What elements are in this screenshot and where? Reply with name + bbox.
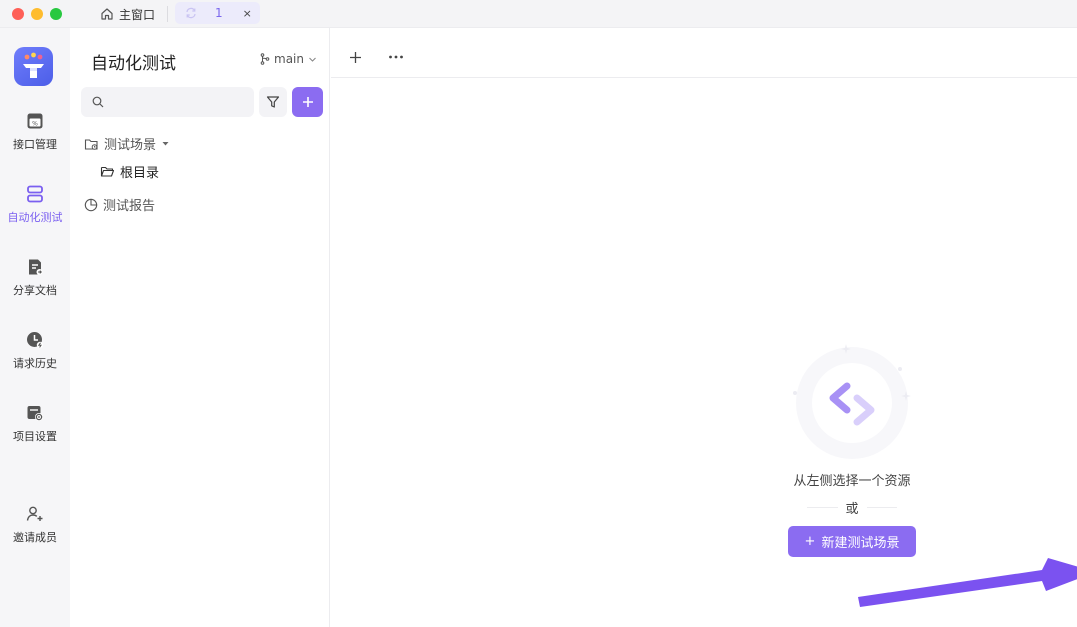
nav-item-label: 请求历史 (13, 357, 57, 370)
divider-line (807, 507, 838, 508)
title-bar: 主窗口 1 × (0, 0, 1077, 28)
minimize-window-button[interactable] (31, 8, 43, 20)
empty-state-text: 从左侧选择一个资源 (793, 474, 911, 489)
search-input[interactable] (81, 87, 254, 117)
add-button[interactable] (292, 87, 323, 117)
tab-divider (167, 6, 168, 22)
branch-name: main (274, 52, 304, 66)
api-icon: % (27, 113, 43, 129)
code-illustration-icon (793, 344, 911, 459)
history-icon (27, 332, 44, 349)
branch-selector[interactable]: main (260, 52, 317, 66)
tab-current-label: 1 (215, 6, 223, 20)
pie-chart-icon (84, 198, 98, 211)
nav-item-label: 项目设置 (13, 430, 57, 443)
page-title: 自动化测试 (91, 54, 176, 74)
folder-open-icon (100, 166, 115, 177)
tree-item-label: 测试场景 (104, 138, 157, 153)
tab-home-label: 主窗口 (119, 7, 156, 22)
invite-user-icon (26, 506, 43, 521)
filter-icon (266, 96, 280, 108)
pointer-arrow-icon (858, 558, 1077, 607)
new-tab-icon[interactable] (349, 51, 362, 64)
divider-line (866, 507, 898, 508)
new-test-scene-button[interactable]: + 新建测试场景 (788, 526, 916, 557)
new-test-scene-label: 新建测试场景 (821, 536, 900, 551)
or-label: 或 (845, 502, 859, 517)
close-window-button[interactable] (12, 8, 24, 20)
nav-item-api-management[interactable]: % 接口管理 (0, 111, 70, 152)
chevron-down-icon (309, 57, 316, 62)
plus-icon: + (804, 534, 816, 549)
tab-home[interactable]: 主窗口 (96, 4, 159, 24)
or-divider: 或 (807, 498, 898, 517)
caret-down-icon (162, 142, 169, 146)
nav-item-request-history[interactable]: 请求历史 (0, 330, 70, 371)
nav-rail: % 接口管理 自动化测试 分享文档 请求历史 项目设置 邀请成员 (0, 28, 70, 627)
scene-folder-icon (84, 138, 98, 150)
nav-item-share-docs[interactable]: 分享文档 (0, 257, 70, 298)
tree-item-label: 根目录 (120, 166, 160, 181)
sidebar-panel: 自动化测试 main 测试场景 根目录 测试报告 (72, 28, 330, 627)
tree-item-label: 测试报告 (103, 199, 156, 214)
nav-item-label: 接口管理 (13, 138, 57, 151)
main-toolbar (331, 28, 1077, 78)
home-icon (101, 8, 113, 20)
nav-item-project-settings[interactable]: 项目设置 (0, 403, 70, 444)
search-icon (92, 96, 104, 108)
filter-button[interactable] (259, 87, 287, 117)
nav-item-label: 自动化测试 (7, 211, 63, 224)
maximize-window-button[interactable] (50, 8, 62, 20)
nav-item-label: 邀请成员 (13, 531, 57, 544)
tab-close-button[interactable]: × (243, 7, 252, 20)
plus-icon (302, 97, 313, 107)
share-doc-icon (29, 259, 43, 275)
main-content: 从左侧选择一个资源 或 + 新建测试场景 (331, 28, 1077, 627)
more-icon[interactable] (388, 54, 404, 60)
branch-icon (260, 53, 270, 65)
tab-current[interactable]: 1 × (175, 2, 260, 24)
sync-icon (186, 7, 196, 19)
nav-item-label: 分享文档 (13, 284, 57, 297)
nav-item-invite-members[interactable]: 邀请成员 (0, 504, 70, 545)
nav-item-automation[interactable]: 自动化测试 (0, 184, 70, 225)
settings-icon (27, 406, 43, 421)
svg-text:%: % (32, 120, 38, 127)
tree-item-root-folder[interactable]: 根目录 (100, 162, 159, 181)
tree-item-test-reports[interactable]: 测试报告 (84, 195, 155, 214)
automation-icon (27, 185, 43, 203)
app-logo (14, 47, 53, 86)
tree-item-test-scenes[interactable]: 测试场景 (84, 134, 170, 153)
